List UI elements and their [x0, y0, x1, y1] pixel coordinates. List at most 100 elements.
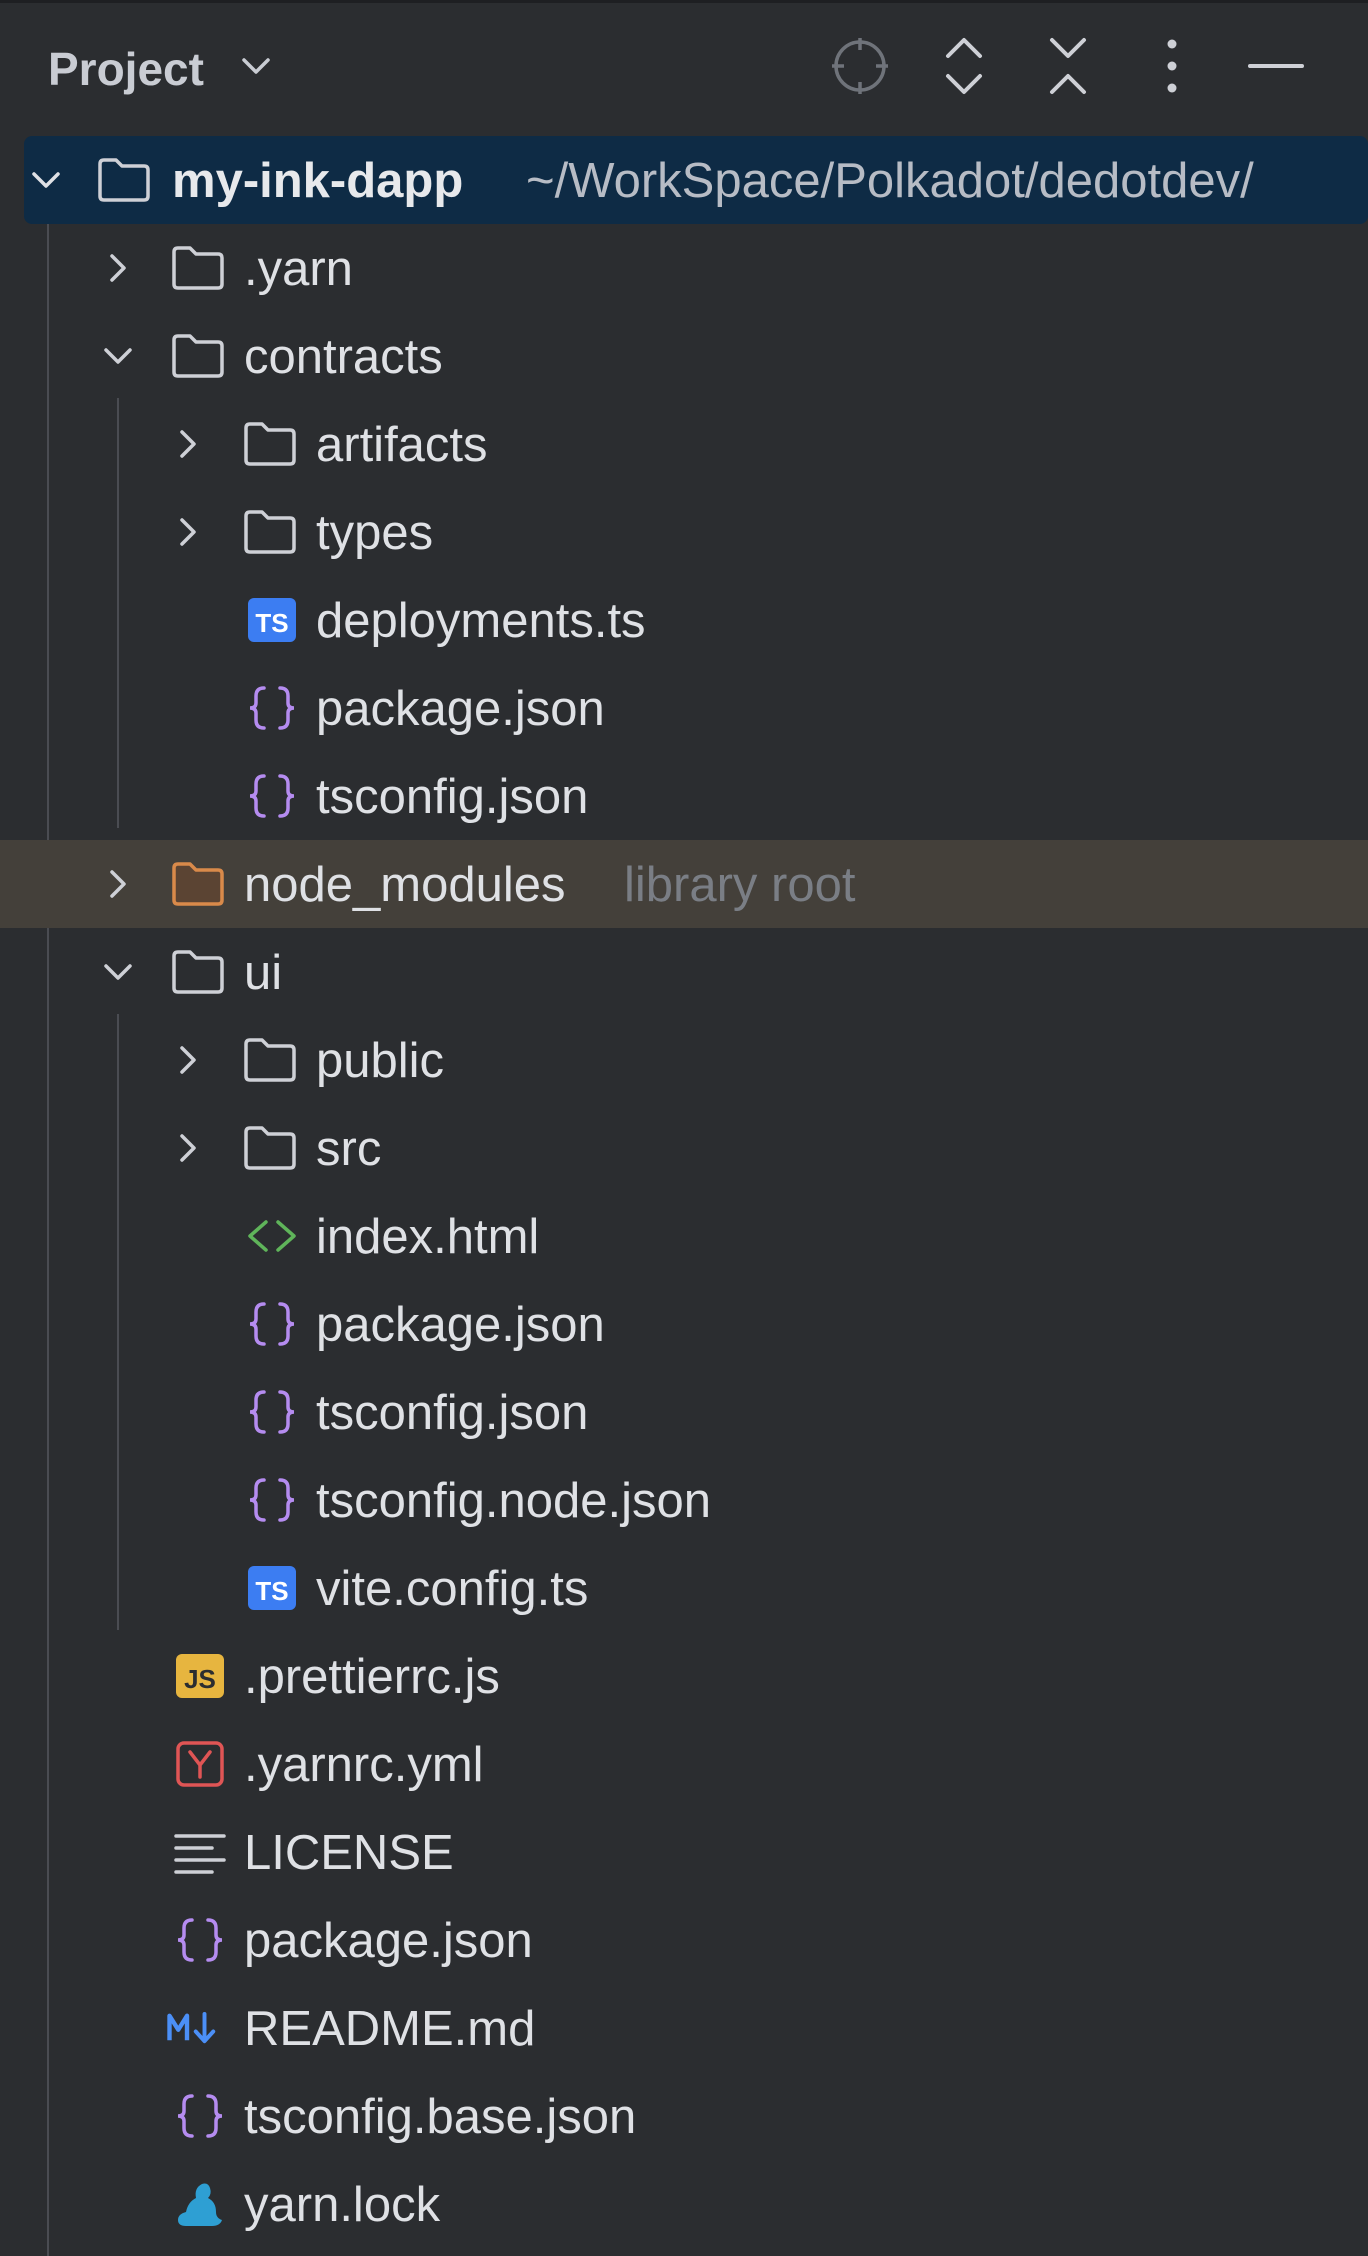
tree-node-package-json[interactable]: package.json	[0, 664, 1368, 752]
json-file-icon	[249, 1478, 295, 1522]
locate-button[interactable]	[828, 34, 892, 98]
tree-node-label: package.json	[316, 1298, 605, 1352]
tree-node-root[interactable]: my-ink-dapp ~/WorkSpace/Polkadot/dedotde…	[24, 136, 1368, 224]
tree-node-ui[interactable]: ui	[0, 928, 1368, 1016]
folder-icon	[172, 246, 224, 290]
tree-node-label: tsconfig.node.json	[316, 1474, 711, 1528]
tree-node-label: types	[316, 506, 434, 560]
tree-node-yarn-dir[interactable]: .yarn	[0, 224, 1368, 312]
chevron-right-icon[interactable]	[100, 866, 136, 902]
yarn-icon	[178, 2183, 222, 2226]
svg-text:TS: TS	[255, 608, 288, 638]
folder-icon	[172, 950, 224, 994]
chevron-right-icon[interactable]	[100, 250, 136, 286]
more-options-icon	[1167, 39, 1177, 93]
tree-node-tsconfig-node-json[interactable]: tsconfig.node.json	[0, 1456, 1368, 1544]
tree-node-prettierrc[interactable]: JS .prettierrc.js	[0, 1632, 1368, 1720]
tree-node-src[interactable]: src	[0, 1104, 1368, 1192]
tree-node-vite-config-ts[interactable]: TS vite.config.ts	[0, 1544, 1368, 1632]
tree-node-label: .yarn	[244, 242, 353, 296]
folder-icon	[244, 510, 296, 554]
folder-icon	[244, 1038, 296, 1082]
tree-node-package-json[interactable]: package.json	[0, 1896, 1368, 1984]
tree-node-yarn-lock[interactable]: yarn.lock	[0, 2160, 1368, 2248]
library-folder-icon	[172, 862, 224, 906]
tree-node-label: vite.config.ts	[316, 1562, 589, 1616]
collapse-all-button[interactable]	[1036, 34, 1100, 98]
chevron-right-icon[interactable]	[170, 514, 206, 550]
tree-node-tsconfig-json[interactable]: tsconfig.json	[0, 752, 1368, 840]
collapse-all-icon	[1050, 38, 1086, 94]
chevron-down-icon[interactable]	[240, 56, 272, 78]
expand-all-icon	[946, 38, 982, 94]
text-file-icon	[174, 1834, 226, 1874]
tree-node-label: .prettierrc.js	[244, 1650, 500, 1704]
tree-node-node-modules[interactable]: node_modules library root	[0, 840, 1368, 928]
tree-node-index-html[interactable]: index.html	[0, 1192, 1368, 1280]
tree-node-yarnrc[interactable]: .yarnrc.yml	[0, 1720, 1368, 1808]
svg-text:TS: TS	[255, 1576, 288, 1606]
json-file-icon	[177, 2094, 223, 2138]
json-file-icon	[249, 686, 295, 730]
tree-node-label: artifacts	[316, 418, 488, 472]
tree-node-label: package.json	[244, 1914, 533, 1968]
tree-node-label: src	[316, 1122, 382, 1176]
locate-icon	[832, 38, 888, 94]
tree-node-types[interactable]: types	[0, 488, 1368, 576]
tree-node-label: README.md	[244, 2002, 536, 2056]
project-view-title[interactable]: Project	[48, 42, 204, 96]
markdown-file-icon	[167, 2012, 216, 2044]
tree-node-label: tsconfig.json	[316, 1386, 589, 1440]
tree-node-tsconfig-json[interactable]: tsconfig.json	[0, 1368, 1368, 1456]
html-file-icon	[248, 1220, 296, 1252]
json-file-icon	[177, 1918, 223, 1962]
chevron-down-icon[interactable]	[28, 162, 64, 198]
typescript-file-icon: TS	[248, 1566, 296, 1610]
chevron-right-icon[interactable]	[170, 1042, 206, 1078]
folder-icon	[244, 1126, 296, 1170]
folder-icon	[98, 158, 150, 202]
chevron-down-icon[interactable]	[100, 338, 136, 374]
json-file-icon	[249, 774, 295, 818]
svg-text:JS: JS	[184, 1664, 216, 1694]
tree-node-package-json[interactable]: package.json	[0, 1280, 1368, 1368]
tree-node-label: deployments.ts	[316, 594, 646, 648]
javascript-file-icon: JS	[176, 1654, 224, 1698]
yaml-file-icon	[176, 1741, 224, 1787]
typescript-file-icon: TS	[248, 598, 296, 642]
json-file-icon	[249, 1302, 295, 1346]
json-file-icon	[249, 1390, 295, 1434]
chevron-right-icon[interactable]	[170, 426, 206, 462]
expand-all-button[interactable]	[932, 34, 996, 98]
tree-node-contracts[interactable]: contracts	[0, 312, 1368, 400]
minimize-icon	[1248, 64, 1304, 68]
tool-window-header: Project	[0, 0, 1368, 140]
tree-node-label: ui	[244, 946, 283, 1000]
tree-node-public[interactable]: public	[0, 1016, 1368, 1104]
tree-node-deployments-ts[interactable]: TS deployments.ts	[0, 576, 1368, 664]
tree-node-label: .yarnrc.yml	[244, 1738, 484, 1792]
folder-icon	[172, 334, 224, 378]
project-tool-window: Project my-ink-dapp ~/WorkSpace/Polkadot…	[0, 0, 1368, 2256]
folder-icon	[244, 422, 296, 466]
tree-node-tsconfig-base-json[interactable]: tsconfig.base.json	[0, 2072, 1368, 2160]
tree-node-artifacts[interactable]: artifacts	[0, 400, 1368, 488]
tree-node-label: package.json	[316, 682, 605, 736]
tree-node-label: contracts	[244, 330, 443, 384]
tree-node-license[interactable]: LICENSE	[0, 1808, 1368, 1896]
tree-node-readme[interactable]: README.md	[0, 1984, 1368, 2072]
tree-node-label: node_modules	[244, 858, 566, 912]
minimize-button[interactable]	[1244, 34, 1308, 98]
tree-node-label: yarn.lock	[244, 2178, 441, 2232]
chevron-right-icon[interactable]	[170, 1130, 206, 1166]
chevron-down-icon[interactable]	[100, 954, 136, 990]
tree-node-label: tsconfig.base.json	[244, 2090, 637, 2144]
tree-node-label: LICENSE	[244, 1826, 454, 1880]
library-root-hint: library root	[624, 858, 856, 912]
tree-node-label: index.html	[316, 1210, 540, 1264]
more-options-button[interactable]	[1140, 34, 1204, 98]
tree-node-label: public	[316, 1034, 445, 1088]
root-project-path: ~/WorkSpace/Polkadot/dedotdev/	[526, 154, 1254, 208]
tree-node-label: tsconfig.json	[316, 770, 589, 824]
root-project-name: my-ink-dapp	[172, 154, 464, 208]
